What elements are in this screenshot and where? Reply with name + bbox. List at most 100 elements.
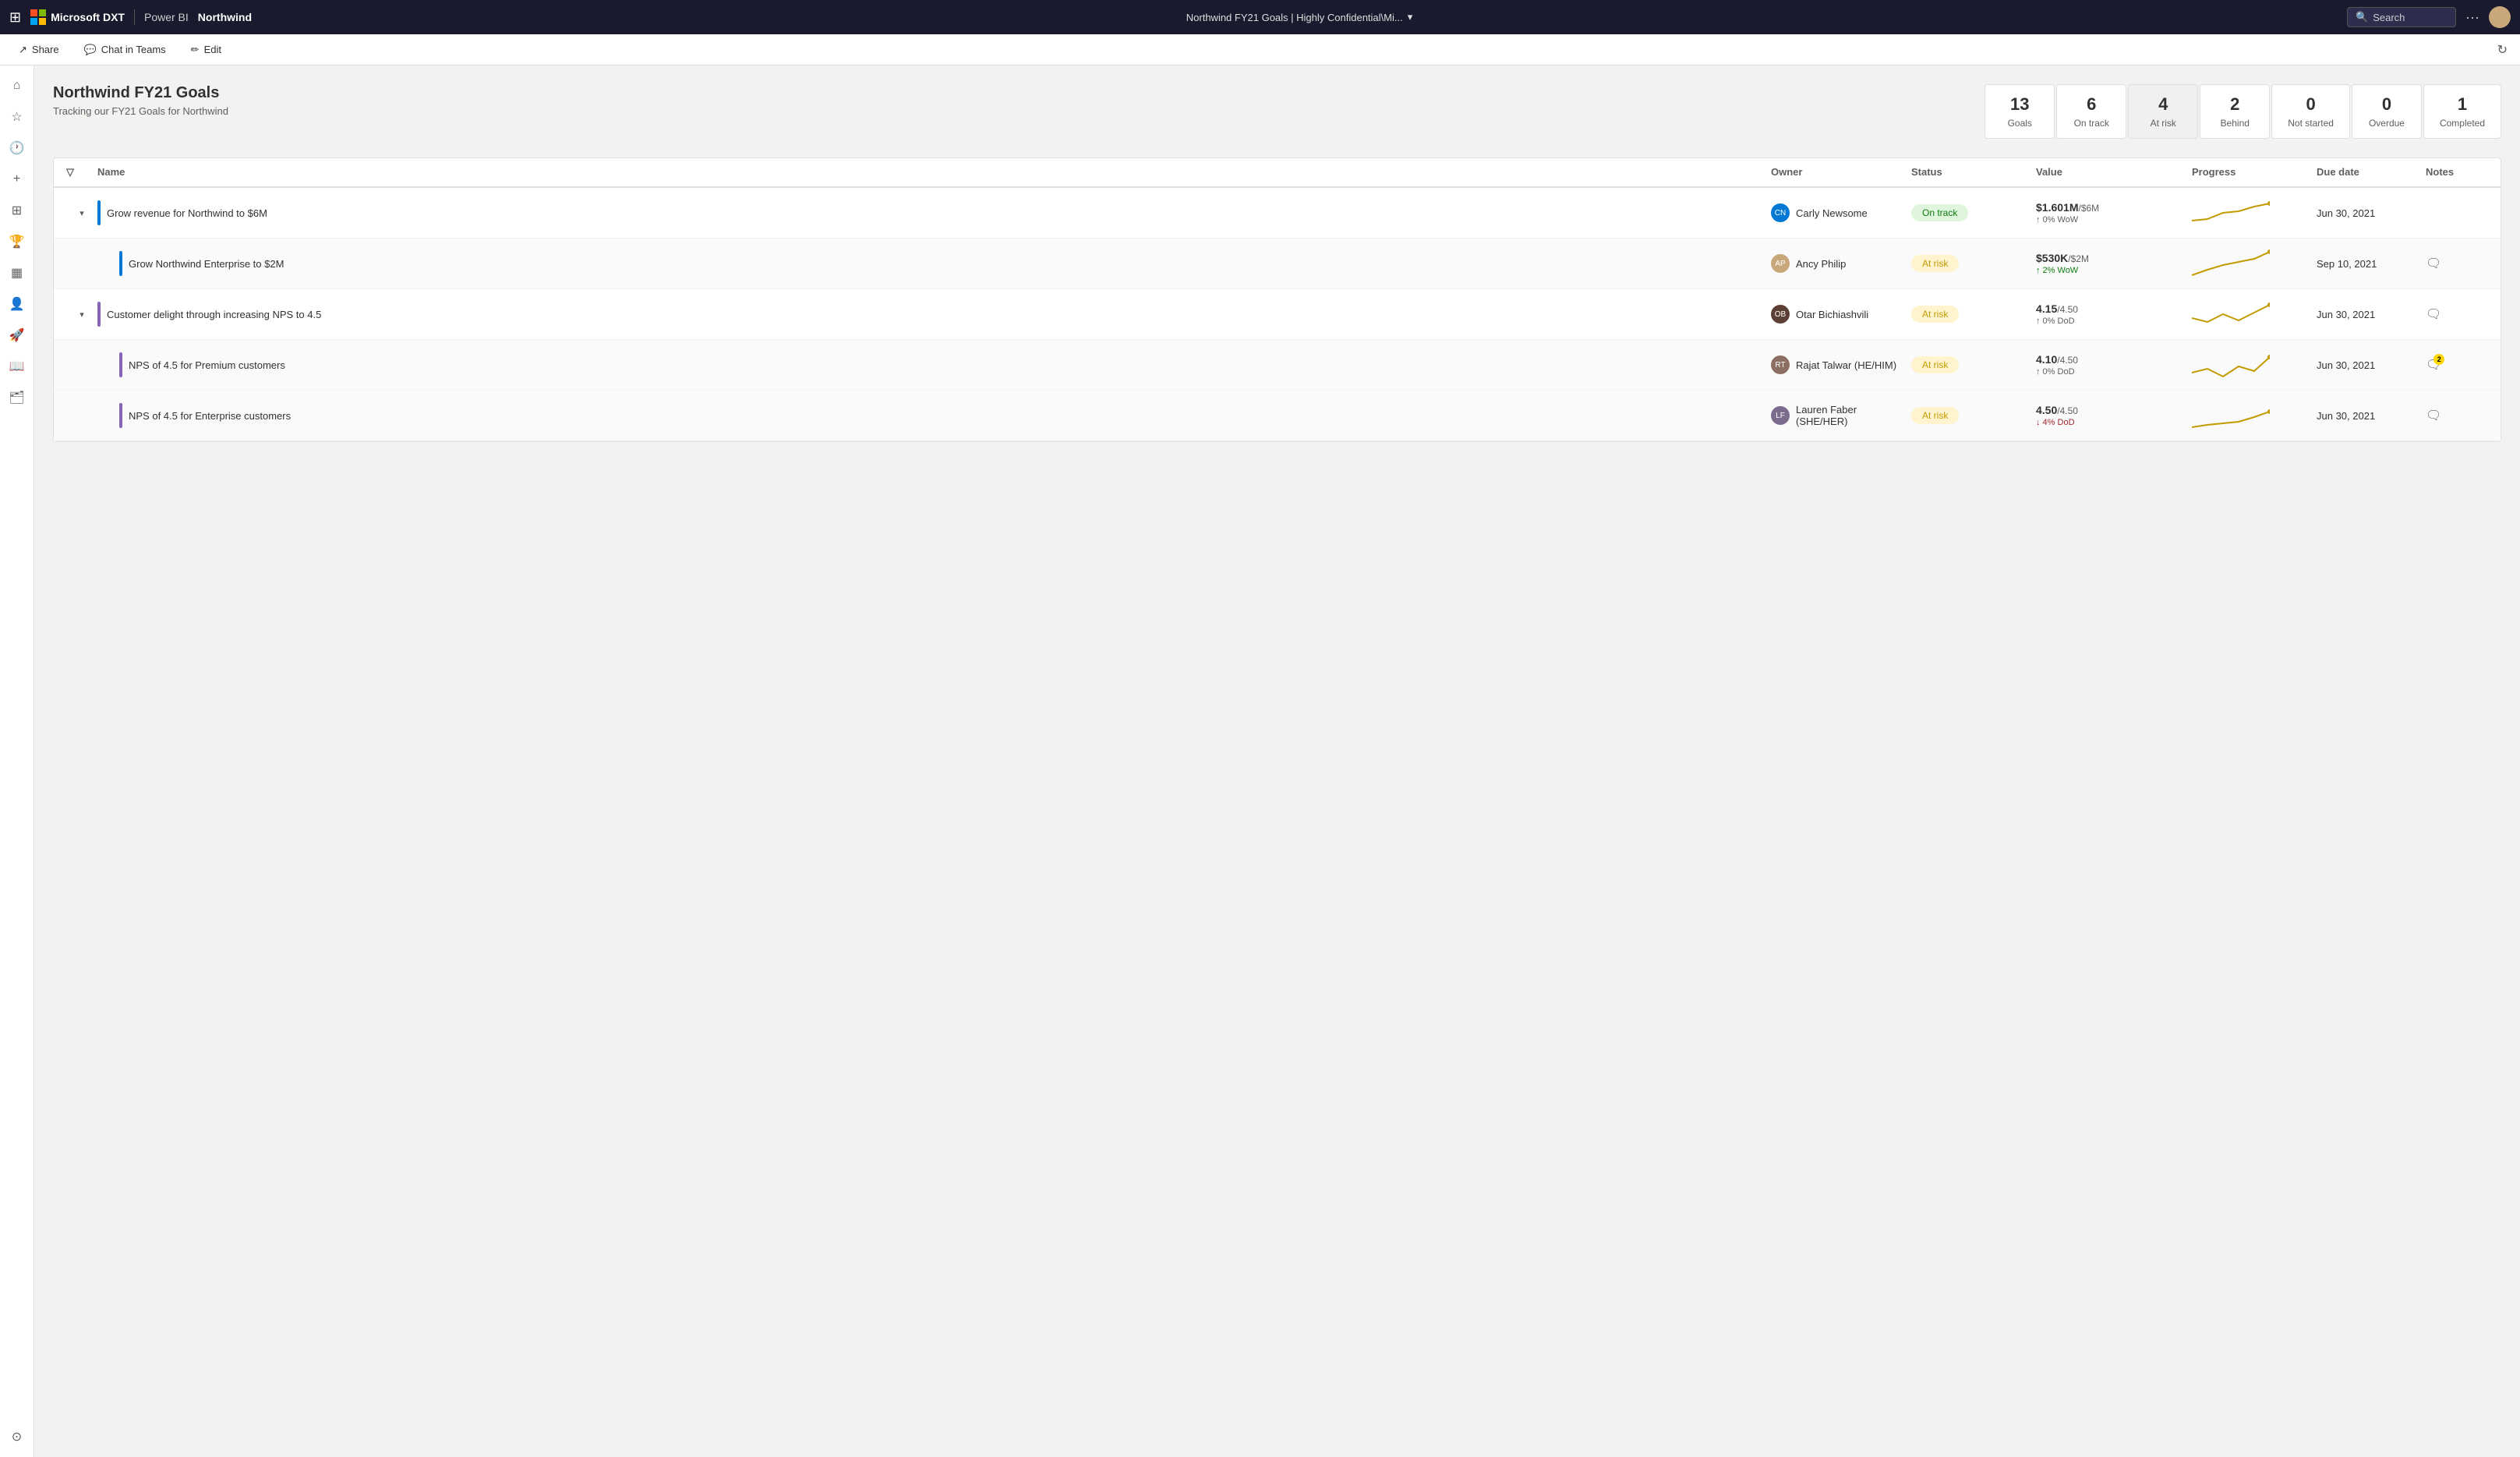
stat-card-on-track[interactable]: 6 On track: [2056, 84, 2126, 139]
value-cell: 4.15/4.50 ↑ 0% DoD: [2036, 302, 2192, 326]
name-cell: NPS of 4.5 for Premium customers: [97, 352, 1771, 377]
name-cell: NPS of 4.5 for Enterprise customers: [97, 403, 1771, 428]
header-name: Name: [97, 166, 1771, 179]
scorecard-stats: 13 Goals 6 On track 4 At risk 2 Behind 0…: [1985, 84, 2501, 139]
status-badge: At risk: [1911, 255, 1959, 272]
stat-card-behind[interactable]: 2 Behind: [2200, 84, 2270, 139]
secondary-navigation: ↗ Share 💬 Chat in Teams ✏ Edit ↻: [0, 34, 2520, 65]
sidebar-item-recents[interactable]: 🕐: [3, 134, 31, 162]
scorecard-subtitle: Tracking our FY21 Goals for Northwind: [53, 105, 228, 117]
apps-grid-icon[interactable]: ⊞: [9, 9, 21, 26]
expander-col: ▾: [66, 309, 97, 320]
goal-name: NPS of 4.5 for Enterprise customers: [129, 410, 291, 422]
teams-icon: 💬: [84, 44, 97, 56]
sidebar-item-browse[interactable]: ⊞: [3, 196, 31, 225]
owner-avatar: OB: [1771, 305, 1790, 324]
notes-icon[interactable]: 🗨: [2426, 308, 2441, 321]
progress-cell: [2192, 197, 2317, 228]
sidebar-item-workspaces[interactable]: 🗂: [3, 384, 31, 412]
value-cell: $1.601M/$6M ↑ 0% WoW: [2036, 201, 2192, 225]
stat-card-not-started[interactable]: 0 Not started: [2271, 84, 2350, 139]
header-progress: Progress: [2192, 166, 2317, 179]
notes-icon[interactable]: 🗨: [2426, 257, 2441, 271]
sparkline-chart: [2192, 248, 2270, 279]
value-main: 4.15: [2036, 302, 2057, 315]
sidebar-item-goals[interactable]: 🏆: [3, 228, 31, 256]
name-cell: Grow Northwind Enterprise to $2M: [97, 251, 1771, 276]
notes-cell: 🗨: [2426, 256, 2488, 271]
sparkline-chart: [2192, 299, 2270, 330]
table-row: ▾ Grow revenue for Northwind to $6M CN C…: [54, 188, 2501, 239]
edit-button[interactable]: ✏ Edit: [185, 41, 228, 59]
stat-card-goals[interactable]: 13 Goals: [1985, 84, 2055, 139]
refresh-icon[interactable]: ↻: [2497, 42, 2508, 58]
header-expander: ▽: [66, 166, 97, 179]
goal-name: NPS of 4.5 for Premium customers: [129, 359, 285, 371]
row-expander[interactable]: ▾: [80, 208, 84, 218]
brand-name: Microsoft DXT: [51, 11, 125, 23]
header-status: Status: [1911, 166, 2036, 179]
value-main: 4.50: [2036, 404, 2057, 416]
owner-avatar: RT: [1771, 355, 1790, 374]
progress-cell: [2192, 248, 2317, 279]
more-options-icon[interactable]: ···: [2465, 9, 2479, 26]
chat-in-teams-button[interactable]: 💬 Chat in Teams: [78, 41, 172, 59]
top-navigation: ⊞ Microsoft DXT Power BI Northwind North…: [0, 0, 2520, 34]
header-owner: Owner: [1771, 166, 1911, 179]
goal-name: Grow revenue for Northwind to $6M: [107, 207, 267, 219]
owner-name: Ancy Philip: [1796, 258, 1846, 270]
sidebar-item-apps[interactable]: ▦: [3, 259, 31, 287]
stat-card-at-risk[interactable]: 4 At risk: [2128, 84, 2198, 139]
color-bar: [119, 251, 122, 276]
owner-name: Lauren Faber (SHE/HER): [1796, 404, 1911, 427]
owner-cell: LF Lauren Faber (SHE/HER): [1771, 404, 1911, 427]
filter-icon[interactable]: ▽: [66, 166, 74, 178]
notes-icon[interactable]: 🗨: [2426, 409, 2441, 423]
due-date: Jun 30, 2021: [2317, 359, 2426, 371]
powerbi-label: Power BI: [144, 11, 189, 23]
owner-avatar: AP: [1771, 254, 1790, 273]
user-avatar[interactable]: [2489, 6, 2511, 28]
due-date: Jun 30, 2021: [2317, 207, 2426, 219]
table-row: NPS of 4.5 for Premium customers RT Raja…: [54, 340, 2501, 391]
status-badge: On track: [1911, 204, 1968, 221]
table-header-row: ▽ Name Owner Status Value Progress Due d…: [54, 158, 2501, 188]
value-cell: 4.50/4.50 ↓ 4% DoD: [2036, 404, 2192, 427]
title-chevron-icon: ▾: [1408, 11, 1413, 23]
status-cell: At risk: [1911, 306, 2036, 323]
value-target: /$2M: [2068, 253, 2089, 264]
owner-cell: AP Ancy Philip: [1771, 254, 1911, 273]
value-cell: 4.10/4.50 ↑ 0% DoD: [2036, 353, 2192, 377]
sidebar-item-people[interactable]: 👤: [3, 290, 31, 318]
color-bar: [97, 200, 101, 225]
color-bar: [97, 302, 101, 327]
status-badge: At risk: [1911, 306, 1959, 323]
value-change: ↑ 0% WoW: [2036, 215, 2192, 225]
main-content: Northwind FY21 Goals Tracking our FY21 G…: [34, 65, 2520, 1457]
notes-cell: 🗨 2: [2426, 357, 2488, 373]
sidebar-item-create[interactable]: +: [3, 165, 31, 193]
sidebar-item-deploy[interactable]: 🚀: [3, 321, 31, 349]
scorecard-header: Northwind FY21 Goals Tracking our FY21 G…: [53, 84, 2501, 139]
sidebar-item-home[interactable]: ⌂: [3, 72, 31, 100]
sidebar-item-learn[interactable]: 📖: [3, 352, 31, 380]
value-main: $530K: [2036, 252, 2068, 264]
value-change: ↑ 0% DoD: [2036, 367, 2192, 377]
owner-avatar: CN: [1771, 203, 1790, 222]
status-badge: At risk: [1911, 407, 1959, 424]
sidebar-item-profile[interactable]: ⊙: [3, 1423, 31, 1451]
report-title[interactable]: Northwind FY21 Goals | Highly Confidenti…: [261, 11, 2338, 23]
notes-icon[interactable]: 🗨 2: [2426, 357, 2441, 373]
sidebar-item-favorites[interactable]: ☆: [3, 103, 31, 131]
value-main: $1.601M: [2036, 201, 2078, 214]
name-cell: Grow revenue for Northwind to $6M: [97, 200, 1771, 225]
share-button[interactable]: ↗ Share: [12, 41, 65, 59]
sparkline-chart: [2192, 197, 2270, 228]
row-expander[interactable]: ▾: [80, 309, 84, 320]
expander-col: ▾: [66, 208, 97, 218]
search-box[interactable]: 🔍 Search: [2347, 7, 2456, 27]
stat-card-completed[interactable]: 1 Completed: [2423, 84, 2501, 139]
stat-card-overdue[interactable]: 0 Overdue: [2352, 84, 2422, 139]
owner-avatar: LF: [1771, 406, 1790, 425]
status-cell: On track: [1911, 204, 2036, 221]
